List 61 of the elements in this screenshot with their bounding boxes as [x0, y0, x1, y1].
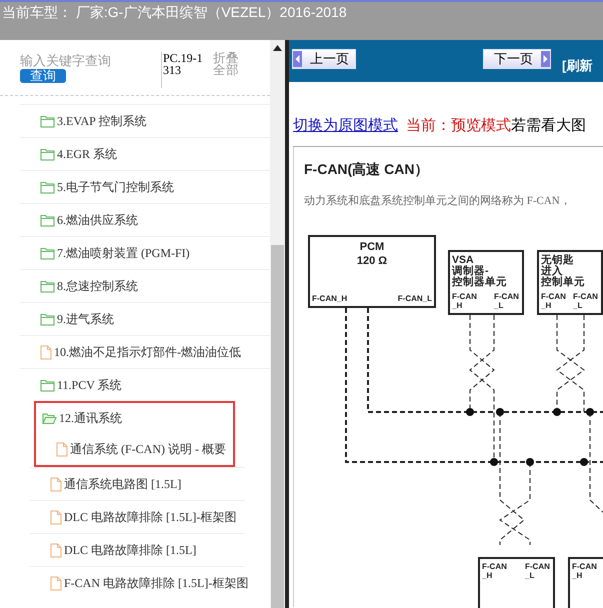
- document-intro: 动力系统和底盘系统控制单元之间的网络称为 F-CAN，: [304, 194, 572, 208]
- pin-label: F-CAN_L: [398, 294, 432, 303]
- folder-icon: [40, 114, 55, 128]
- pin-label: F-CAN _H: [572, 562, 598, 580]
- pin-label: F-CAN _H: [541, 292, 567, 310]
- pin-label: F-CAN _L: [494, 292, 520, 310]
- refresh-link[interactable]: [刷新: [562, 57, 592, 75]
- document-heading: F-CAN(高速 CAN）: [304, 161, 430, 179]
- module-label: VSA: [452, 255, 474, 266]
- open-folder-icon: [42, 412, 57, 425]
- module-label: 控制器单元: [452, 277, 507, 288]
- folder-icon: [40, 180, 55, 194]
- pin-label: F-CAN _L: [525, 562, 551, 580]
- tree-item[interactable]: 6.燃油供应系统: [20, 203, 270, 236]
- original-mode-link[interactable]: 切换为原图模式: [293, 117, 398, 134]
- tree-item[interactable]: 4.EGR 系统: [20, 137, 270, 170]
- module-label: 调制器-: [452, 266, 488, 277]
- module-label: 无钥匙: [541, 255, 574, 266]
- search-button[interactable]: 查询: [20, 69, 66, 83]
- document-icon: [40, 344, 52, 360]
- search-field[interactable]: 输入关键字查询: [20, 52, 160, 69]
- tree-item[interactable]: F-CAN 电路故障排除 [1.5L]-框架图: [30, 566, 245, 599]
- scroll-up-arrow-icon[interactable]: [273, 45, 282, 51]
- module-label: 进入: [541, 266, 563, 277]
- hint-text: 若需看大图: [511, 117, 586, 134]
- tree-item[interactable]: DLC 电路故障排除 [1.5L]: [30, 533, 245, 566]
- folder-icon: [40, 148, 55, 160]
- folder-icon: [40, 312, 55, 326]
- document-icon: [50, 510, 62, 524]
- scrollbar[interactable]: [270, 40, 285, 608]
- pin-label: F-CAN_H: [312, 294, 348, 303]
- tree-item[interactable]: 11.PCV 系统: [20, 368, 270, 401]
- document-icon: [56, 442, 68, 457]
- tree-item[interactable]: 通信系统 (F-CAN) 说明 - 概要: [34, 434, 235, 467]
- car-model-title: 当前车型： 厂家:G-广汽本田缤智（VEZEL）2016-2018: [2, 4, 347, 20]
- code-label: PC.19-1313: [161, 52, 208, 88]
- document-icon: [50, 576, 62, 590]
- tree-item[interactable]: 7.燃油喷射装置 (PGM-FI): [20, 236, 270, 269]
- tree-item[interactable]: 8.怠速控制系统: [20, 269, 270, 302]
- tree-item[interactable]: 9.进气系统: [20, 302, 270, 335]
- pin-label: F-CAN _L: [573, 292, 599, 310]
- next-page-button[interactable]: 下一页: [483, 49, 551, 69]
- tree-item[interactable]: 5.电子节气门控制系统: [20, 170, 270, 203]
- tree-item[interactable]: 10.燃油不足指示灯部件-燃油油位低: [20, 335, 270, 368]
- document-icon: [50, 476, 62, 492]
- folder-icon: [40, 214, 55, 226]
- pin-label: F-CAN _H: [452, 292, 478, 310]
- previous-page-button[interactable]: 上一页: [292, 49, 356, 69]
- module-label: 控制单元: [541, 277, 585, 288]
- tree-item[interactable]: 12.通讯系统: [34, 401, 235, 434]
- document-icon: [50, 542, 62, 558]
- module-label: PCM: [360, 240, 384, 254]
- pin-label: F-CAN _H: [482, 562, 508, 580]
- tree-item[interactable]: 通信系统电路图 [1.5L]: [30, 467, 245, 500]
- current-mode-text: 当前：预览模式: [406, 117, 512, 134]
- module-label: 120 Ω: [356, 254, 388, 268]
- tree-item[interactable]: DLC 电路故障排除 [1.5L]-框架图: [30, 500, 245, 533]
- folder-icon: [40, 246, 55, 260]
- folder-icon: [40, 378, 55, 392]
- folder-icon: [40, 280, 55, 292]
- tree-item[interactable]: 3.EVAP 控制系统: [20, 104, 270, 137]
